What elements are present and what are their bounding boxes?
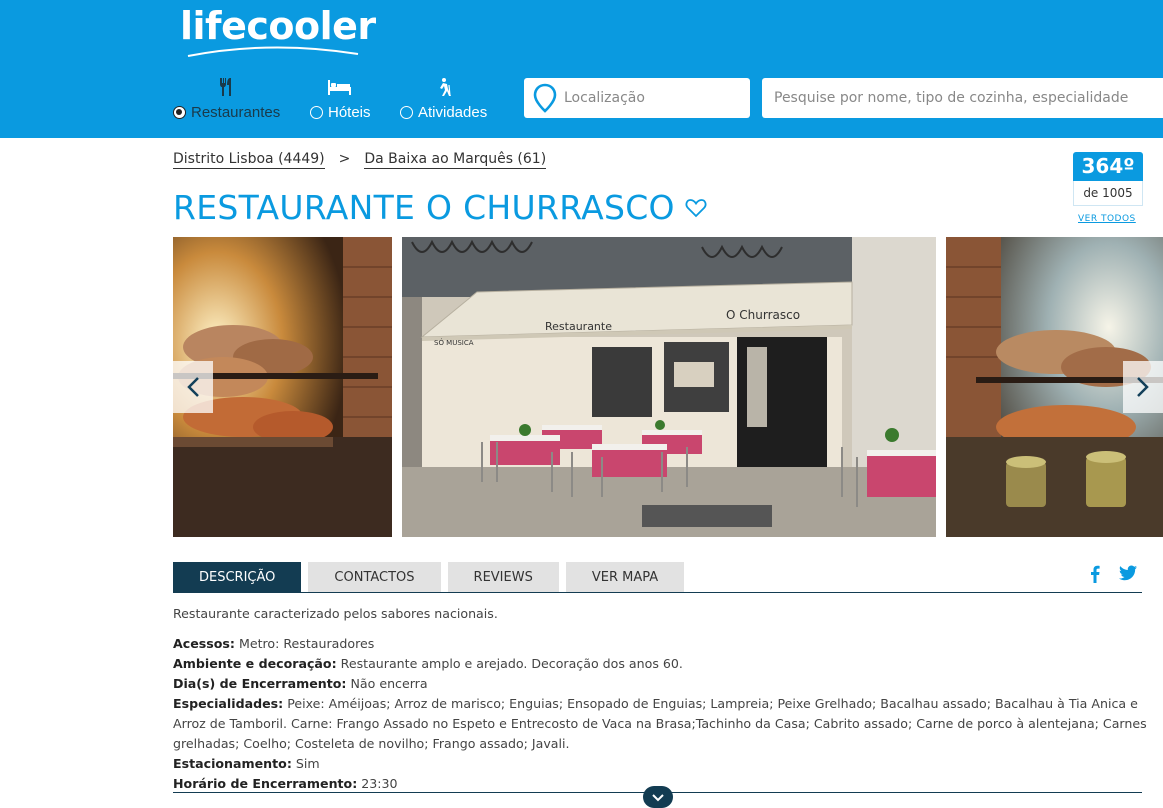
- description-panel: Restaurante caracterizado pelos sabores …: [173, 604, 1148, 794]
- field-ambiente: Ambiente e decoração: Restaurante amplo …: [173, 656, 683, 671]
- logo[interactable]: lifecooler: [180, 4, 376, 48]
- tab-contactos[interactable]: CONTACTOS: [308, 562, 441, 592]
- tab-ver-mapa[interactable]: VER MAPA: [565, 562, 685, 592]
- page-title-row: RESTAURANTE O CHURRASCO: [173, 188, 707, 227]
- breadcrumb-zona[interactable]: Da Baixa ao Marquês (61): [364, 151, 547, 169]
- search-input[interactable]: [774, 90, 1163, 106]
- ranking-total: de 1005: [1073, 181, 1143, 206]
- gallery-prev-button[interactable]: [173, 361, 213, 413]
- tab-divider: [173, 592, 1142, 593]
- description-intro: Restaurante caracterizado pelos sabores …: [173, 606, 498, 621]
- gallery-next-button[interactable]: [1123, 361, 1163, 413]
- fork-knife-icon: [218, 76, 236, 98]
- top-header: lifecooler Restaurantes Hóteis Atividade…: [0, 0, 1163, 138]
- heart-icon[interactable]: [685, 198, 707, 218]
- logo-swoosh: [187, 46, 359, 57]
- radio-atividades[interactable]: [400, 106, 413, 119]
- breadcrumb: Distrito Lisboa (4449) > Da Baixa ao Mar…: [173, 151, 547, 169]
- storefront-sign-small: SÓ MUSICA: [434, 338, 474, 347]
- field-estacionamento: Estacionamento: Sim: [173, 756, 320, 771]
- hiker-icon: [435, 76, 453, 98]
- category-hoteis[interactable]: Hóteis: [310, 76, 371, 121]
- search-field[interactable]: [762, 78, 1163, 118]
- storefront-sign-left: Restaurante: [545, 320, 612, 333]
- map-pin-icon: [533, 83, 557, 113]
- ver-todos-link[interactable]: VER TODOS: [1078, 214, 1136, 224]
- chevron-right-icon: [1137, 377, 1149, 397]
- category-atividades[interactable]: Atividades: [400, 76, 487, 121]
- chevron-left-icon: [187, 377, 199, 397]
- twitter-icon[interactable]: [1119, 565, 1137, 586]
- page-title: RESTAURANTE O CHURRASCO: [173, 188, 675, 227]
- tab-reviews[interactable]: REVIEWS: [447, 562, 559, 592]
- location-input[interactable]: [564, 90, 750, 106]
- expand-button[interactable]: [643, 786, 673, 808]
- gallery-photo-main[interactable]: Restaurante O Churrasco SÓ MUSICA: [402, 237, 936, 537]
- chevron-down-icon: [652, 793, 664, 801]
- breadcrumb-distrito[interactable]: Distrito Lisboa (4449): [173, 151, 325, 169]
- tab-bar: DESCRIÇÃO CONTACTOS REVIEWS VER MAPA: [173, 562, 685, 592]
- radio-restaurantes[interactable]: [173, 106, 186, 119]
- facebook-icon[interactable]: [1090, 565, 1100, 588]
- bed-icon: [327, 76, 353, 98]
- breadcrumb-separator: >: [338, 151, 351, 167]
- field-especialidades: Especialidades: Peixe: Améijoas; Arroz d…: [173, 696, 1147, 751]
- ranking-badge: 364º de 1005: [1073, 152, 1143, 206]
- field-encerramento: Dia(s) de Encerramento: Não encerra: [173, 676, 428, 691]
- ranking-position: 364º: [1073, 152, 1143, 181]
- radio-hoteis[interactable]: [310, 106, 323, 119]
- tab-descricao[interactable]: DESCRIÇÃO: [173, 562, 302, 592]
- field-acessos: Acessos: Metro: Restauradores: [173, 636, 375, 651]
- category-restaurantes[interactable]: Restaurantes: [173, 76, 280, 121]
- storefront-sign-right: O Churrasco: [726, 308, 800, 322]
- location-field[interactable]: [524, 78, 750, 118]
